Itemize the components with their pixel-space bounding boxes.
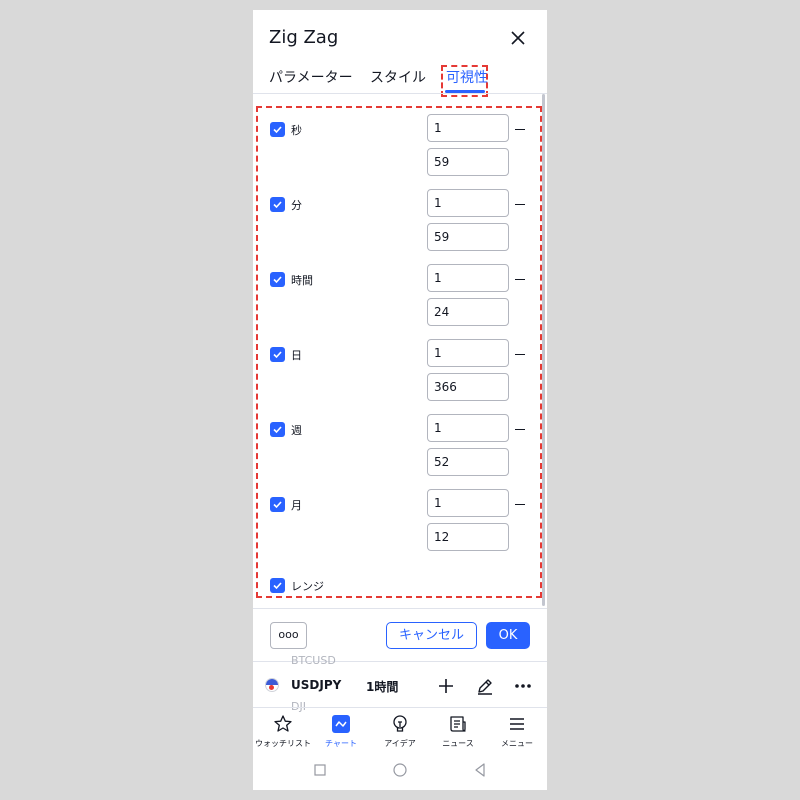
nav-news[interactable]: ニュース — [428, 712, 488, 752]
range-dash — [515, 204, 525, 205]
more-horizontal-icon[interactable] — [513, 676, 533, 696]
dialog-title: Zig Zag — [269, 27, 339, 48]
weeks-to-input[interactable]: 52 — [427, 448, 509, 476]
visibility-panel[interactable]: 秒 1 59 分 1 59 時間 1 24 日 1 366 週 1 52 月 1… — [253, 94, 547, 609]
nav-chart[interactable]: チャート — [311, 712, 371, 752]
ranges-checkbox[interactable] — [270, 578, 285, 593]
lightbulb-icon — [390, 714, 410, 734]
news-icon — [448, 714, 468, 734]
back-icon[interactable] — [472, 762, 488, 778]
range-dash — [515, 504, 525, 505]
interval-selector[interactable]: 1時間 — [366, 678, 398, 695]
nav-label: チャート — [325, 739, 357, 748]
scrollbar[interactable] — [542, 94, 545, 606]
nav-divider — [253, 707, 547, 708]
nav-ideas[interactable]: アイデア — [370, 712, 430, 752]
range-dash — [515, 429, 525, 430]
nav-watchlist[interactable]: ウォッチリスト — [253, 712, 313, 752]
tab-parameters[interactable]: パラメーター — [269, 67, 353, 87]
visibility-row-weeks: 週 1 52 — [253, 412, 547, 480]
seconds-checkbox[interactable] — [270, 122, 285, 137]
range-dash — [515, 129, 525, 130]
more-options-button[interactable]: ooo — [270, 622, 307, 649]
range-dash — [515, 279, 525, 280]
visibility-row-minutes: 分 1 59 — [253, 187, 547, 255]
nav-label: メニュー — [501, 739, 533, 748]
row-label: 分 — [291, 199, 302, 212]
chart-icon — [331, 714, 351, 734]
weeks-checkbox[interactable] — [270, 422, 285, 437]
months-checkbox[interactable] — [270, 497, 285, 512]
visibility-row-days: 日 1 366 — [253, 337, 547, 405]
days-to-input[interactable]: 366 — [427, 373, 509, 401]
row-label: 秒 — [291, 124, 302, 137]
minutes-from-input[interactable]: 1 — [427, 189, 509, 217]
nav-label: アイデア — [384, 739, 416, 748]
plus-icon[interactable] — [436, 676, 456, 696]
tab-style[interactable]: スタイル — [370, 67, 426, 87]
weeks-from-input[interactable]: 1 — [427, 414, 509, 442]
symbol-selector[interactable]: USDJPY — [291, 678, 341, 692]
seconds-from-input[interactable]: 1 — [427, 114, 509, 142]
star-icon — [273, 714, 293, 734]
currency-flag-icon — [265, 678, 279, 692]
minutes-checkbox[interactable] — [270, 197, 285, 212]
days-from-input[interactable]: 1 — [427, 339, 509, 367]
footer-divider — [253, 608, 547, 609]
row-label: 時間 — [291, 274, 313, 287]
row-label: 日 — [291, 349, 302, 362]
row-label: 週 — [291, 424, 302, 437]
hours-to-input[interactable]: 24 — [427, 298, 509, 326]
hours-from-input[interactable]: 1 — [427, 264, 509, 292]
visibility-row-seconds: 秒 1 59 — [253, 112, 547, 180]
minutes-to-input[interactable]: 59 — [427, 223, 509, 251]
pen-icon[interactable] — [475, 676, 495, 696]
close-icon[interactable] — [508, 28, 528, 48]
nav-label: ウォッチリスト — [255, 739, 311, 748]
recent-apps-icon[interactable] — [312, 762, 328, 778]
row-label: 月 — [291, 499, 302, 512]
menu-icon — [507, 714, 527, 734]
visibility-row-months: 月 1 12 — [253, 487, 547, 555]
seconds-to-input[interactable]: 59 — [427, 148, 509, 176]
ghost-symbol-above: BTCUSD — [291, 654, 336, 667]
home-icon[interactable] — [392, 762, 408, 778]
nav-menu[interactable]: メニュー — [487, 712, 547, 752]
months-from-input[interactable]: 1 — [427, 489, 509, 517]
row-label: レンジ — [291, 580, 324, 593]
indicator-settings-dialog: Zig Zag パラメーター スタイル 可視性 秒 1 59 分 1 59 時間… — [253, 10, 547, 790]
months-to-input[interactable]: 12 — [427, 523, 509, 551]
visibility-row-hours: 時間 1 24 — [253, 262, 547, 330]
nav-label: ニュース — [442, 739, 474, 748]
ok-button[interactable]: OK — [486, 622, 530, 649]
cancel-button[interactable]: キャンセル — [386, 622, 477, 649]
range-dash — [515, 354, 525, 355]
hours-checkbox[interactable] — [270, 272, 285, 287]
days-checkbox[interactable] — [270, 347, 285, 362]
visibility-row-ranges: レンジ — [253, 566, 547, 596]
